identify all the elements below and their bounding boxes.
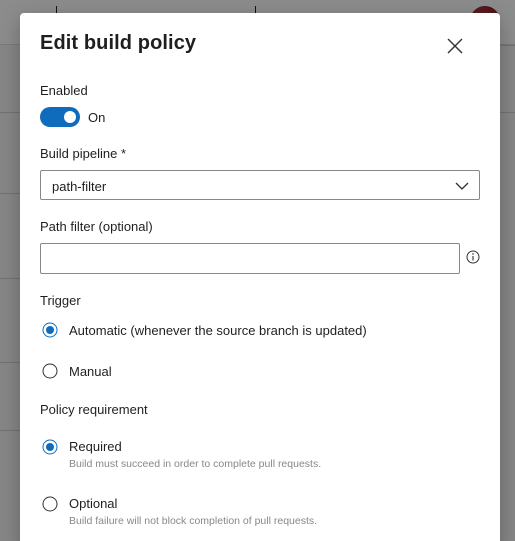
- trigger-label: Trigger: [40, 293, 81, 308]
- path-filter-label: Path filter (optional): [40, 219, 153, 234]
- enabled-label: Enabled: [40, 83, 88, 98]
- background-divider: [0, 112, 20, 113]
- background-divider: [0, 362, 20, 363]
- policy-optional-description: Build failure will not block completion …: [69, 515, 318, 527]
- toggle-knob: [64, 111, 76, 123]
- close-icon: [447, 38, 463, 54]
- build-pipeline-select[interactable]: path-filter: [40, 170, 480, 200]
- policy-required-radio[interactable]: [42, 439, 58, 455]
- dialog-title: Edit build policy: [40, 32, 197, 54]
- trigger-automatic-radio[interactable]: [42, 322, 58, 338]
- edit-build-policy-dialog: Edit build policy Enabled On Build pipel…: [20, 13, 500, 541]
- trigger-manual-label[interactable]: Manual: [69, 364, 112, 379]
- background-divider: [0, 430, 20, 431]
- policy-required-description: Build must succeed in order to complete …: [69, 458, 322, 470]
- info-icon[interactable]: [466, 250, 480, 264]
- background-divider: [0, 278, 20, 279]
- toggle-state-label: On: [88, 110, 106, 125]
- background-divider: [500, 112, 515, 113]
- path-filter-input[interactable]: [40, 243, 460, 274]
- build-pipeline-value: path-filter: [52, 179, 107, 194]
- policy-optional-label[interactable]: Optional: [69, 496, 117, 511]
- trigger-manual-radio[interactable]: [42, 363, 58, 379]
- policy-requirement-label: Policy requirement: [40, 402, 148, 417]
- chevron-down-icon: [455, 182, 469, 190]
- policy-required-label[interactable]: Required: [69, 439, 122, 454]
- enabled-toggle[interactable]: [40, 107, 80, 127]
- trigger-automatic-label[interactable]: Automatic (whenever the source branch is…: [69, 323, 367, 338]
- background-divider: [500, 45, 515, 46]
- policy-optional-radio[interactable]: [42, 496, 58, 512]
- build-pipeline-label: Build pipeline *: [40, 146, 127, 161]
- close-button[interactable]: [442, 33, 468, 59]
- background-divider: [0, 193, 20, 194]
